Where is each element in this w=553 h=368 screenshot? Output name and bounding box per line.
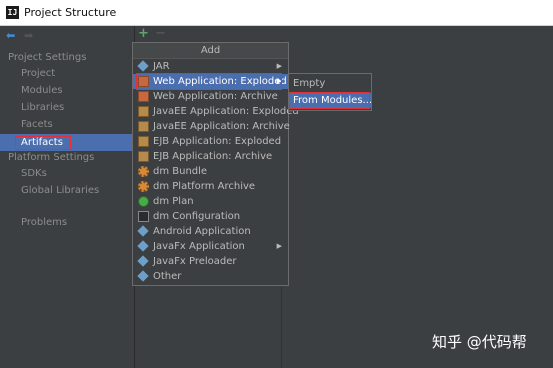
web-exploded-highlight-box bbox=[136, 73, 282, 90]
add-button[interactable]: + bbox=[138, 27, 149, 40]
sidebar-item-libraries[interactable]: Libraries bbox=[0, 99, 134, 116]
from-modules-highlight-box bbox=[289, 92, 370, 109]
remove-button[interactable]: − bbox=[155, 27, 166, 40]
menu-item-ejb-application-exploded[interactable]: EJB Application: Exploded bbox=[133, 134, 288, 149]
javaee-icon bbox=[138, 121, 149, 132]
platform-settings-header: Platform Settings bbox=[8, 152, 95, 163]
title-bar: IJ Project Structure bbox=[0, 0, 553, 26]
other-icon bbox=[137, 270, 149, 282]
web-app-icon bbox=[138, 91, 149, 102]
submenu-item-empty[interactable]: Empty bbox=[289, 76, 371, 91]
ejb-icon bbox=[138, 151, 149, 162]
sidebar-item-project[interactable]: Project bbox=[0, 65, 134, 82]
javaee-icon bbox=[138, 106, 149, 117]
submenu-arrow-icon: ▶ bbox=[276, 62, 282, 70]
menu-item-label: JavaEE Application: Exploded bbox=[153, 106, 299, 117]
menu-item-label: dm Configuration bbox=[153, 211, 241, 222]
menu-item-other[interactable]: Other bbox=[133, 269, 288, 284]
menu-item-label: dm Bundle bbox=[153, 166, 208, 177]
menu-item-label: EJB Application: Archive bbox=[153, 151, 273, 162]
menu-item-label: JavaEE Application: Archive bbox=[153, 121, 290, 132]
sidebar-item-global-libraries[interactable]: Global Libraries bbox=[0, 182, 134, 199]
menu-item-javaee-application-exploded[interactable]: JavaEE Application: Exploded bbox=[133, 104, 299, 119]
window-title: Project Structure bbox=[24, 6, 117, 19]
javafx-icon bbox=[137, 240, 149, 252]
menu-item-label: EJB Application: Exploded bbox=[153, 136, 282, 147]
intellij-icon: IJ bbox=[6, 6, 19, 19]
dm-plan-icon bbox=[138, 196, 149, 207]
menu-item-jar[interactable]: JAR ▶ bbox=[133, 59, 288, 74]
menu-item-dm-bundle[interactable]: dm Bundle bbox=[133, 164, 288, 179]
jar-icon bbox=[137, 60, 149, 72]
ejb-icon bbox=[138, 136, 149, 147]
forward-arrow-icon[interactable]: ➡ bbox=[24, 30, 36, 42]
android-icon bbox=[137, 225, 149, 237]
menu-item-label: Android Application bbox=[153, 226, 251, 237]
add-menu-title: Add bbox=[133, 43, 288, 59]
artifacts-highlight-box bbox=[15, 136, 71, 150]
sidebar-item-problems[interactable]: Problems bbox=[0, 214, 134, 231]
menu-item-dm-platform-archive[interactable]: dm Platform Archive bbox=[133, 179, 288, 194]
sidebar-item-sdks[interactable]: SDKs bbox=[0, 165, 134, 182]
menu-item-javaee-application-archive[interactable]: JavaEE Application: Archive bbox=[133, 119, 290, 134]
menu-item-label: dm Platform Archive bbox=[153, 181, 256, 192]
menu-item-label: dm Plan bbox=[153, 196, 194, 207]
javafx-icon bbox=[137, 255, 149, 267]
menu-item-label: JavaFx Preloader bbox=[153, 256, 237, 267]
menu-item-dm-configuration[interactable]: dm Configuration bbox=[133, 209, 288, 224]
menu-item-javafx-preloader[interactable]: JavaFx Preloader bbox=[133, 254, 288, 269]
dm-bundle-icon bbox=[138, 166, 149, 177]
menu-item-javafx-application[interactable]: JavaFx Application ▶ bbox=[133, 239, 288, 254]
back-arrow-icon[interactable]: ⬅ bbox=[6, 30, 18, 42]
menu-item-web-application-archive[interactable]: Web Application: Archive bbox=[133, 89, 288, 104]
project-settings-header: Project Settings bbox=[8, 52, 87, 63]
menu-item-label: Other bbox=[153, 271, 182, 282]
dm-config-icon bbox=[138, 211, 149, 222]
dm-platform-icon bbox=[138, 181, 149, 192]
sidebar-item-modules[interactable]: Modules bbox=[0, 82, 134, 99]
menu-item-dm-plan[interactable]: dm Plan bbox=[133, 194, 288, 209]
sidebar-item-facets[interactable]: Facets bbox=[0, 116, 134, 133]
submenu-arrow-icon: ▶ bbox=[276, 242, 282, 250]
sidebar: ⬅ ➡ Project Settings Project Modules Lib… bbox=[0, 26, 135, 368]
zhihu-watermark: 知乎 @代码帮 bbox=[432, 333, 527, 351]
menu-item-label: JAR bbox=[153, 61, 170, 72]
menu-item-ejb-application-archive[interactable]: EJB Application: Archive bbox=[133, 149, 288, 164]
menu-item-label: Web Application: Archive bbox=[153, 91, 278, 102]
menu-item-label: JavaFx Application bbox=[153, 241, 245, 252]
menu-item-android-application[interactable]: Android Application bbox=[133, 224, 288, 239]
